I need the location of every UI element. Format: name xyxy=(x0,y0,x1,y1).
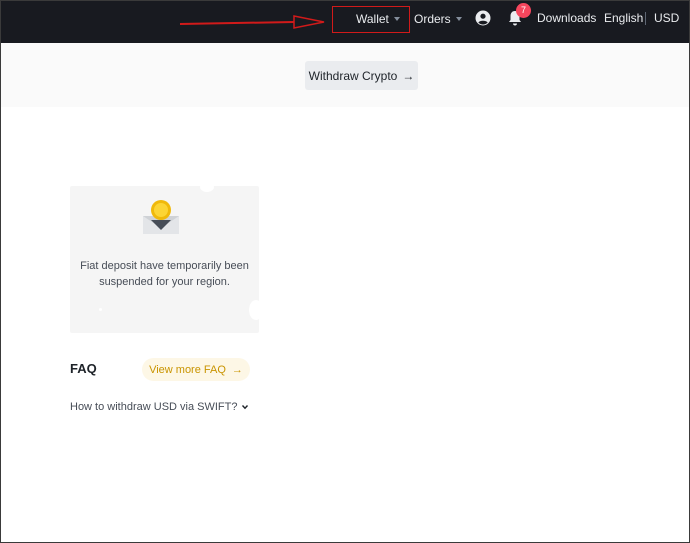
orders-menu-label: Orders xyxy=(414,12,451,26)
language-currency-divider xyxy=(645,12,646,25)
annotation-arrow xyxy=(179,15,325,29)
caret-down-icon xyxy=(455,17,462,21)
card-decoration xyxy=(200,182,214,192)
coin-inbox-icon xyxy=(143,200,179,234)
withdraw-crypto-button[interactable]: Withdraw Crypto → xyxy=(305,61,418,90)
chevron-down-icon xyxy=(242,405,249,410)
card-decoration xyxy=(99,308,102,311)
notification-count-badge: 7 xyxy=(516,3,531,18)
faq-item[interactable]: How to withdraw USD via SWIFT? xyxy=(70,401,249,413)
downloads-link[interactable]: Downloads xyxy=(537,11,596,25)
deposit-suspended-message: Fiat deposit have temporarily been suspe… xyxy=(80,260,249,288)
faq-heading: FAQ xyxy=(70,361,97,376)
user-circle-icon[interactable] xyxy=(475,10,491,26)
card-decoration xyxy=(249,300,263,320)
view-more-faq-button[interactable]: View more FAQ → xyxy=(142,358,250,381)
currency-selector[interactable]: USD xyxy=(654,11,679,25)
arrow-right-icon: → xyxy=(402,68,415,83)
faq-question: How to withdraw USD via SWIFT? xyxy=(70,401,238,413)
withdraw-crypto-label: Withdraw Crypto xyxy=(308,68,398,83)
wallet-highlight-annotation xyxy=(332,6,410,33)
arrow-right-icon: → xyxy=(231,363,243,376)
orders-menu[interactable]: Orders xyxy=(414,11,462,27)
language-selector[interactable]: English xyxy=(604,11,643,25)
view-more-faq-label: View more FAQ xyxy=(149,363,226,376)
